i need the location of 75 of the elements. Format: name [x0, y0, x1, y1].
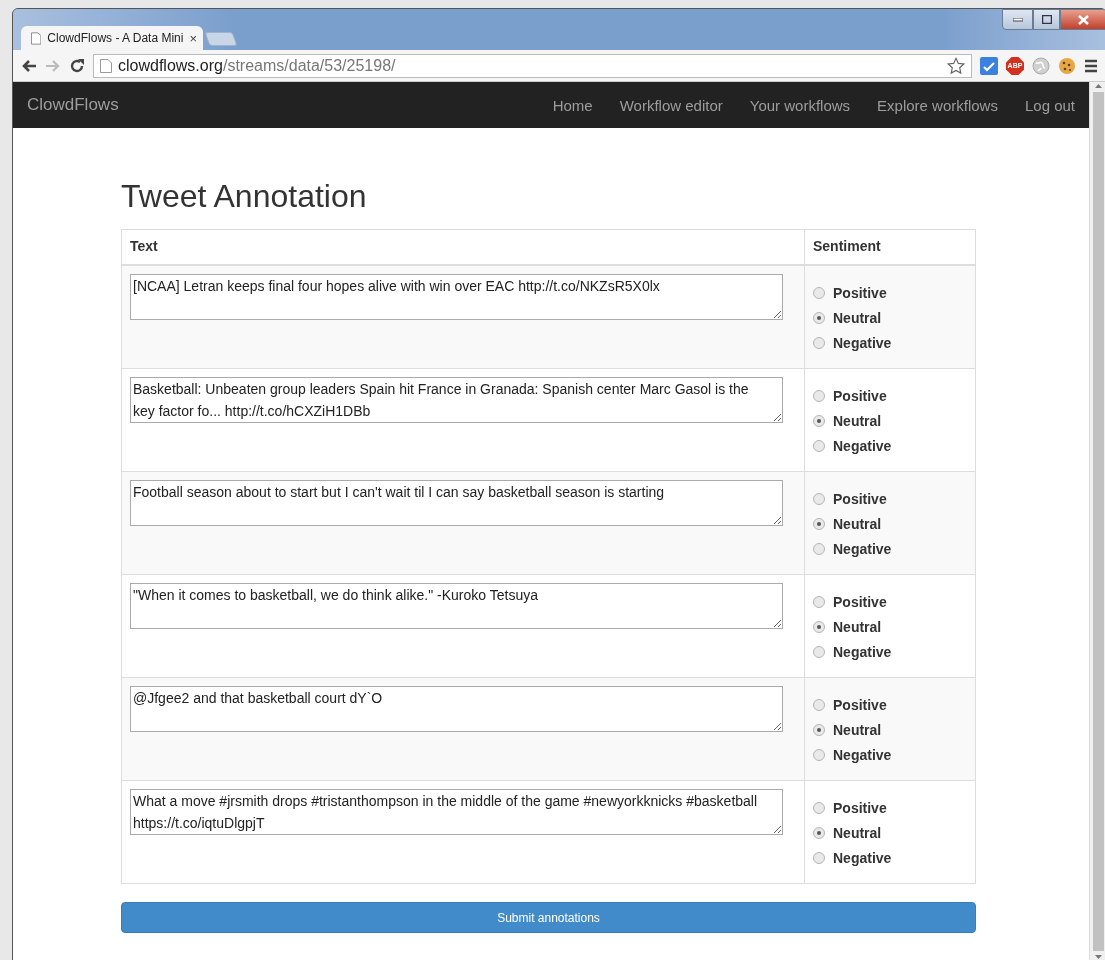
radio-button[interactable] [813, 390, 825, 402]
radio-label[interactable]: Neutral [833, 412, 882, 430]
reload-icon[interactable] [69, 57, 85, 74]
back-icon[interactable] [21, 58, 37, 73]
tweet-text-field[interactable]: Basketball: Unbeaten group leaders Spain hit France in Granada: Spanish center Marc Gasol is the key factor fo... http://t.co/hCXZiH1DBb [130, 377, 783, 423]
radio-button[interactable] [813, 802, 825, 814]
brand-link[interactable]: ClowdFlows [27, 95, 553, 115]
radio-button[interactable] [813, 518, 825, 530]
radio-label[interactable]: Negative [833, 540, 892, 558]
forward-icon[interactable] [45, 58, 61, 73]
column-header: Sentiment [804, 229, 976, 265]
close-icon[interactable]: × [189, 30, 197, 46]
new-tab-button[interactable] [204, 32, 238, 46]
nav-link[interactable]: Home [552, 96, 593, 114]
radio-button[interactable] [813, 827, 825, 839]
page-title: Tweet Annotation [121, 177, 368, 216]
radio-button[interactable] [813, 596, 825, 608]
radio-label[interactable]: Negative [833, 849, 892, 867]
tweet-text-field[interactable]: @Jfgee2 and that basketball court dY`O [130, 686, 783, 732]
nav-link[interactable]: Workflow editor [619, 96, 723, 114]
radio-label[interactable]: Positive [833, 696, 887, 714]
url-path: /streams/data/53/25198/ [222, 56, 396, 75]
radio-label[interactable]: Negative [833, 643, 892, 661]
submit-button[interactable]: Submit annotations [121, 902, 976, 933]
radio-button[interactable] [813, 724, 825, 736]
column-header: Text [121, 229, 805, 265]
radio-label[interactable]: Positive [833, 799, 887, 817]
radio-label[interactable]: Positive [833, 284, 887, 302]
radio-button[interactable] [813, 440, 825, 452]
url-host: clowdflows.org [118, 56, 223, 75]
radio-button[interactable] [813, 337, 825, 349]
page-icon [100, 58, 112, 73]
close-icon [1078, 14, 1089, 25]
radio-button[interactable] [813, 699, 825, 711]
tweet-text-field[interactable]: Football season about to start but I can't wait til I can say basketball season is starting [130, 480, 783, 526]
scroll-down-icon[interactable] [1093, 953, 1103, 960]
radio-label[interactable]: Positive [833, 490, 887, 508]
radio-label[interactable]: Neutral [833, 721, 882, 739]
radio-label[interactable]: Neutral [833, 515, 882, 533]
radio-label[interactable]: Negative [833, 437, 892, 455]
radio-label[interactable]: Neutral [833, 618, 882, 636]
radio-button[interactable] [813, 621, 825, 633]
radio-button[interactable] [813, 852, 825, 864]
nav-link[interactable]: Log out [1024, 96, 1075, 114]
tweet-text-field[interactable]: "When it comes to basketball, we do think alike." -Kuroko Tetsuya [130, 583, 783, 629]
radio-label[interactable]: Neutral [833, 824, 882, 842]
radio-button[interactable] [813, 646, 825, 658]
maximize-icon [1041, 15, 1052, 24]
tweet-text-field[interactable]: What a move #jrsmith drops #tristanthompson in the middle of the game #newyorkknicks #basketball https://t.co/iqtuDlgpjT [130, 789, 783, 835]
browser-tab[interactable]: ClowdFlows - A Data Mini × [21, 26, 203, 50]
radio-label[interactable]: Positive [833, 593, 887, 611]
tab-title: ClowdFlows - A Data Mini [47, 31, 184, 45]
radio-button[interactable] [813, 312, 825, 324]
star-icon[interactable] [947, 56, 965, 75]
nav-link[interactable]: Explore workflows [877, 96, 998, 114]
radio-label[interactable]: Positive [833, 387, 887, 405]
radio-button[interactable] [813, 749, 825, 761]
checkmark-icon[interactable] [980, 56, 998, 75]
radio-label[interactable]: Negative [833, 334, 892, 352]
nav-link[interactable]: Your workflows [749, 96, 851, 114]
minimize-icon [1012, 17, 1023, 22]
radio-label[interactable]: Negative [833, 746, 892, 764]
close-button[interactable] [1060, 9, 1105, 30]
radio-button[interactable] [813, 415, 825, 427]
maximize-button[interactable] [1033, 9, 1060, 30]
page-icon [31, 31, 42, 45]
scrollbar-thumb[interactable] [1092, 92, 1104, 951]
tweet-text-field[interactable]: [NCAA] Letran keeps final four hopes alive with win over EAC http://t.co/NKZsR5X0lx [130, 274, 783, 320]
cookie-icon[interactable] [1058, 56, 1076, 75]
menu-icon[interactable] [1084, 58, 1098, 73]
radio-label[interactable]: Neutral [833, 309, 882, 327]
address-bar[interactable]: clowdflows.org/streams/data/53/25198/ [93, 53, 972, 78]
radio-button[interactable] [813, 493, 825, 505]
radio-button[interactable] [813, 543, 825, 555]
radio-button[interactable] [813, 287, 825, 299]
